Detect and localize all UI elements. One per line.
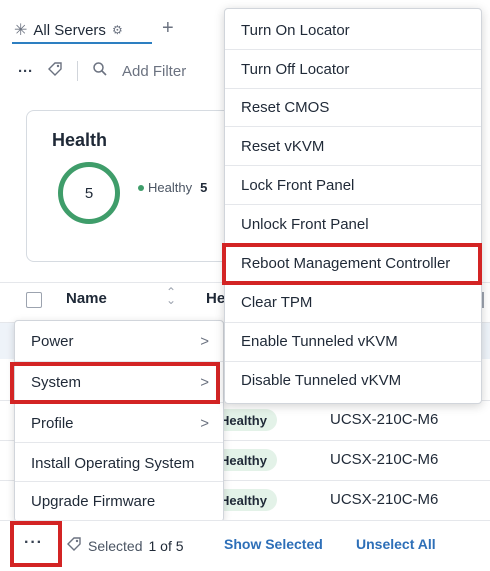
tag-icon[interactable] (47, 61, 63, 81)
health-legend: Healthy 5 (138, 180, 207, 195)
menu-item-label: Upgrade Firmware (31, 492, 156, 510)
menu-item-turn-on-locator[interactable]: Turn On Locator (225, 11, 481, 49)
table-toolbar: ··· Add Filter (18, 58, 186, 84)
menu-item-upgrade-firmware[interactable]: Upgrade Firmware (15, 481, 223, 521)
table-cell-model: UCSX-210C-M6 (330, 411, 439, 428)
status-badge-label: Healthy (220, 492, 267, 508)
filter-input[interactable]: Add Filter (122, 63, 186, 80)
selected-prefix: Selected (88, 537, 143, 554)
actions-menu: Power > System > Profile > Install Opera… (14, 320, 224, 522)
selected-count: 1 of 5 (148, 537, 184, 554)
menu-item-clear-tpm[interactable]: Clear TPM (225, 283, 481, 321)
menu-item-enable-tunneled-vkvm[interactable]: Enable Tunneled vKVM (225, 322, 481, 360)
menu-item-label: Power (31, 332, 74, 350)
search-icon (92, 61, 108, 81)
menu-item-unlock-front-panel[interactable]: Unlock Front Panel (225, 205, 481, 243)
health-total: 5 (84, 184, 94, 202)
tag-icon[interactable] (66, 536, 82, 555)
menu-item-label: Install Operating System (31, 454, 195, 472)
column-header-partial (482, 292, 490, 308)
column-header-name[interactable]: Name (66, 290, 107, 307)
asterisk-icon: ✳ (14, 22, 28, 39)
show-selected-link[interactable]: Show Selected (224, 536, 323, 552)
legend-label: Healthy (148, 180, 193, 195)
health-donut: 5 (58, 162, 120, 224)
tab-all-servers[interactable]: ✳ All Servers ⚙ (14, 18, 123, 42)
highlight-more-actions (10, 521, 62, 567)
menu-item-label: Profile (31, 414, 74, 432)
menu-item-lock-front-panel[interactable]: Lock Front Panel (225, 166, 481, 204)
table-cell-model: UCSX-210C-M6 (330, 491, 439, 508)
table-cell-model: UCSX-210C-M6 (330, 451, 439, 468)
settings-icon[interactable]: ⚙ (112, 23, 123, 37)
add-tab-button[interactable]: + (162, 17, 174, 40)
highlight-reboot-item (222, 243, 482, 285)
menu-item-reset-cmos[interactable]: Reset CMOS (225, 88, 481, 126)
status-badge-label: Healthy (220, 452, 267, 468)
column-header-health[interactable]: He (206, 290, 225, 307)
health-card-title: Health (52, 130, 108, 150)
system-submenu: Turn On Locator Turn Off Locator Reset C… (224, 8, 482, 404)
chevron-right-icon: > (200, 414, 209, 432)
selection-summary: Selected 1 of 5 (66, 536, 184, 555)
unselect-all-link[interactable]: Unselect All (356, 536, 436, 552)
chevron-right-icon: > (200, 332, 209, 350)
healthy-dot-icon (138, 184, 144, 191)
menu-item-install-os[interactable]: Install Operating System (15, 443, 223, 483)
highlight-system-item (10, 362, 220, 404)
select-all-checkbox[interactable] (26, 292, 42, 308)
legend-count: 5 (200, 180, 208, 195)
menu-item-disable-tunneled-vkvm[interactable]: Disable Tunneled vKVM (225, 361, 481, 399)
menu-item-profile[interactable]: Profile > (15, 403, 223, 443)
tab-label: All Servers (33, 21, 106, 39)
more-actions-button[interactable]: ··· (18, 63, 33, 80)
toolbar-divider (77, 61, 78, 81)
menu-item-reset-vkvm[interactable]: Reset vKVM (225, 127, 481, 165)
menu-item-turn-off-locator[interactable]: Turn Off Locator (225, 50, 481, 88)
sort-icon[interactable]: ⌃ ⌄ (166, 286, 176, 306)
active-tab-indicator (12, 42, 152, 44)
menu-item-power[interactable]: Power > (15, 321, 223, 361)
status-badge-label: Healthy (220, 412, 267, 428)
